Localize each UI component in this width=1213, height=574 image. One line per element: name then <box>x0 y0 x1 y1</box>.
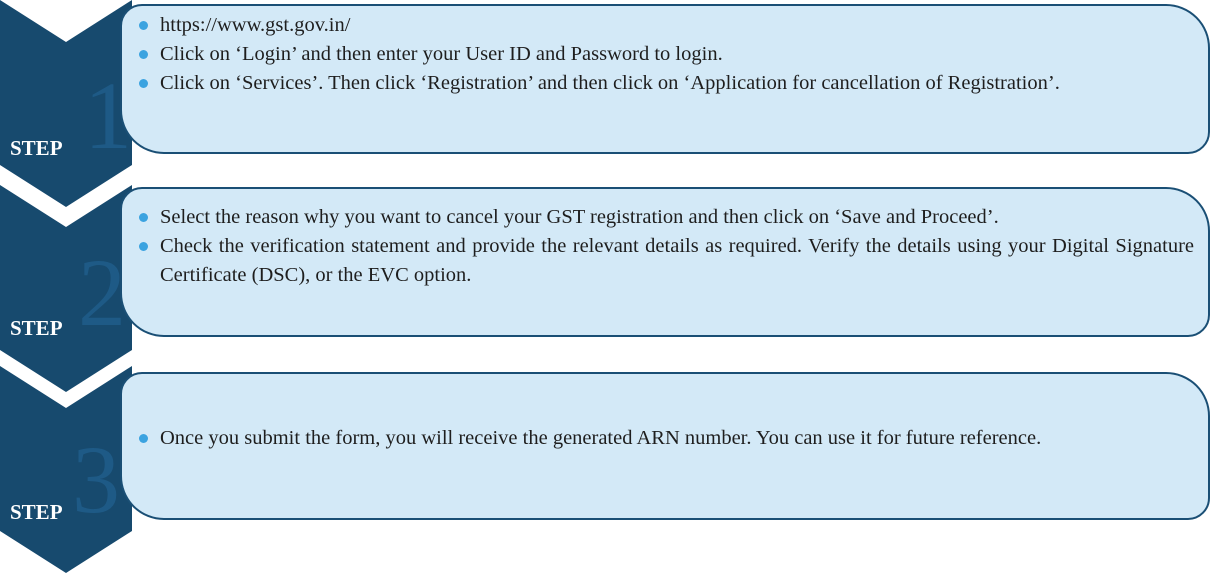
step-1-label: STEP <box>10 136 63 160</box>
step-3: Once you submit the form, you will recei… <box>0 366 1213 574</box>
step-1: https://www.gst.gov.in/ Click on ‘Login’… <box>0 0 1213 210</box>
step-2-bullet-list: Select the reason why you want to cancel… <box>122 203 1208 290</box>
step-3-bullet: Once you submit the form, you will recei… <box>122 424 1208 453</box>
step-1-bullet: https://www.gst.gov.in/ <box>122 11 1208 40</box>
step-1-bullet-list: https://www.gst.gov.in/ Click on ‘Login’… <box>122 11 1208 98</box>
step-1-box: https://www.gst.gov.in/ Click on ‘Login’… <box>120 4 1210 154</box>
step-3-number: 3 <box>72 426 120 533</box>
step-2-bullet: Check the verification statement and pro… <box>122 232 1208 290</box>
step-3-bullet-list: Once you submit the form, you will recei… <box>122 424 1208 453</box>
step-2-box: Select the reason why you want to cancel… <box>120 187 1210 337</box>
bullet-dot-icon <box>139 50 148 59</box>
step-3-label: STEP <box>10 500 63 524</box>
step-2-label: STEP <box>10 316 63 340</box>
bullet-dot-icon <box>139 242 148 251</box>
step-3-box: Once you submit the form, you will recei… <box>120 372 1210 520</box>
bullet-dot-icon <box>139 434 148 443</box>
step-1-number: 1 <box>84 62 132 169</box>
step-2: Select the reason why you want to cancel… <box>0 185 1213 395</box>
bullet-dot-icon <box>139 213 148 222</box>
step-1-bullet: Click on ‘Services’. Then click ‘Registr… <box>122 69 1208 98</box>
step-2-bullet: Select the reason why you want to cancel… <box>122 203 1208 232</box>
step-1-bullet: Click on ‘Login’ and then enter your Use… <box>122 40 1208 69</box>
bullet-dot-icon <box>139 79 148 88</box>
step-2-number: 2 <box>78 239 126 346</box>
bullet-dot-icon <box>139 21 148 30</box>
